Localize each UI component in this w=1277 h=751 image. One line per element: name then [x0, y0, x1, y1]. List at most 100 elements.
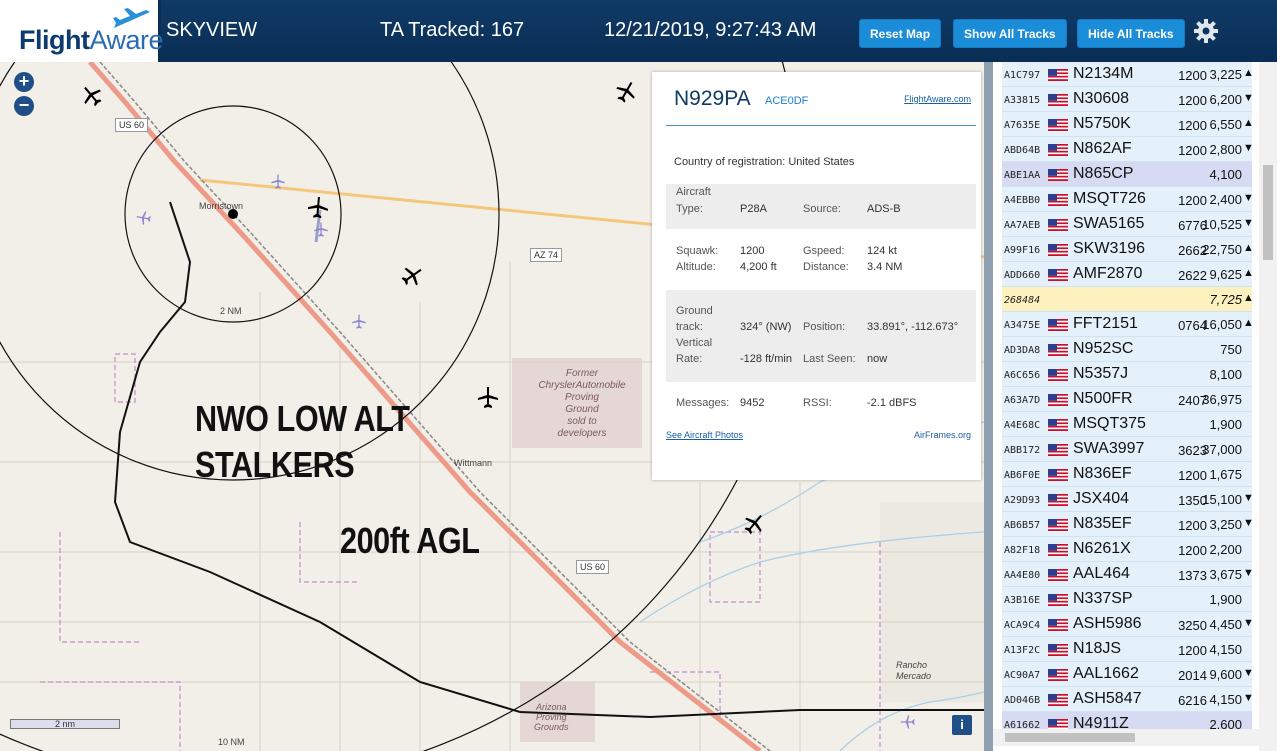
aircraft-list-row[interactable]: ACA9C4 ASH5986 3250 4,450 ▼ — [1002, 612, 1254, 637]
row-hex: ABD64B — [1004, 145, 1041, 156]
aircraft-icon[interactable] — [742, 512, 766, 536]
row-altitude: 10,525 — [1202, 217, 1242, 232]
us-flag-icon — [1048, 544, 1068, 556]
altitude-value: 4,200 ft — [740, 261, 777, 273]
scrollbar-thumb[interactable] — [1263, 165, 1273, 260]
us-flag-icon — [1048, 144, 1068, 156]
overlay-agl: 200ft AGL — [340, 520, 480, 561]
flightaware-logo[interactable]: FlightAware — [0, 0, 164, 62]
us60-label: US 60 — [115, 118, 149, 132]
gear-icon[interactable] — [1193, 18, 1219, 44]
row-squawk: 1200 — [1178, 518, 1207, 533]
country-label: Country of registration: — [674, 156, 786, 168]
row-altitude: 36,975 — [1202, 392, 1242, 407]
row-hex: A4EBB0 — [1004, 195, 1041, 206]
info-icon[interactable]: i — [952, 715, 972, 735]
scrollbar-thumb[interactable] — [1005, 733, 1135, 742]
aircraft-icon-faded[interactable] — [136, 210, 152, 226]
zoom-in-button[interactable]: + — [14, 72, 34, 92]
list-vertical-scrollbar[interactable] — [1259, 62, 1277, 751]
aircraft-icon[interactable] — [400, 264, 424, 288]
row-squawk: 1200 — [1178, 643, 1207, 658]
row-ident: AAL464 — [1073, 565, 1130, 582]
aircraft-list-row[interactable]: A3B16E N337SP 1,900 — [1002, 587, 1252, 612]
airframes-link[interactable]: AirFrames.org — [914, 430, 971, 440]
speed-block: Squawk: 1200 Gspeed: 124 kt Altitude: 4,… — [666, 242, 976, 282]
aircraft-list-row[interactable]: AB6F0E N836EF 1200 1,675 — [1002, 462, 1252, 487]
aircraft-icon[interactable] — [476, 386, 500, 410]
row-altitude: 4,450 — [1209, 617, 1242, 632]
reset-map-button[interactable]: Reset Map — [859, 19, 942, 48]
aircraft-list-row[interactable]: ABD64B N862AF 1200 2,800 ▼ — [1002, 137, 1254, 162]
us-flag-icon — [1048, 519, 1068, 531]
distance-value: 3.4 NM — [867, 261, 903, 273]
row-ident: MSQT726 — [1073, 190, 1146, 207]
us-flag-icon — [1048, 119, 1068, 131]
row-trend-icon: ▼ — [1243, 217, 1254, 229]
hide-all-tracks-button[interactable]: Hide All Tracks — [1077, 19, 1185, 48]
row-hex: 268484 — [1004, 295, 1041, 306]
row-altitude: 22,750 — [1202, 242, 1242, 257]
aircraft-list-row[interactable]: ABB172 SWA3997 3623 37,000 — [1002, 437, 1252, 462]
tracked-count: TA Tracked: 167 — [380, 19, 525, 41]
aircraft-list-row[interactable]: A29D93 JSX404 1350 15,100 ▼ — [1002, 487, 1254, 512]
aircraft-icon-faded[interactable] — [313, 222, 329, 238]
aircraft-list-row[interactable]: A7635E N5750K 1200 6,550 ▲ — [1002, 112, 1254, 137]
aircraft-list-row[interactable]: AA4E80 AAL464 1373 3,675 ▼ — [1002, 562, 1254, 587]
aircraft-list-row[interactable]: A63A7D N500FR 2407 36,975 — [1002, 387, 1252, 412]
aircraft-list-row[interactable]: ADD660 AMF2870 2622 9,625 ▲ — [1002, 262, 1254, 287]
row-altitude: 2,400 — [1209, 192, 1242, 207]
aircraft-icon-faded[interactable] — [270, 174, 286, 190]
aircraft-list-row[interactable]: AB6B57 N835EF 1200 3,250 ▼ — [1002, 512, 1254, 537]
aircraft-list-row[interactable]: A33815 N30608 1200 6,200 ▼ — [1002, 87, 1254, 112]
aircraft-list-row[interactable]: A82F18 N6261X 1200 2,200 — [1002, 537, 1252, 562]
country-row: Country of registration: United States — [674, 156, 854, 168]
row-hex: A3475E — [1004, 320, 1041, 331]
aircraft-list[interactable]: A1C797 N2134M 1200 3,225 ▲ A33815 N30608 1200 6,… — [984, 62, 1277, 751]
aircraft-icon-selected[interactable] — [306, 196, 330, 220]
flightaware-link[interactable]: FlightAware.com — [904, 94, 971, 104]
row-trend-icon: ▼ — [1243, 517, 1254, 529]
us-flag-icon — [1048, 594, 1068, 606]
aircraft-list-row[interactable]: ABE1AA N865CP 4,100 — [1002, 162, 1252, 187]
row-trend-icon: ▼ — [1243, 492, 1254, 504]
aircraft-icon[interactable] — [80, 84, 104, 108]
row-altitude: 1,900 — [1209, 592, 1242, 607]
row-trend-icon: ▼ — [1243, 142, 1254, 154]
aircraft-list-row[interactable]: AD3DA8 N952SC 750 — [1002, 337, 1252, 362]
aircraft-list-row[interactable]: A4E68C MSQT375 1,900 — [1002, 412, 1252, 437]
zoom-out-button[interactable]: − — [14, 96, 34, 116]
aircraft-icon[interactable] — [614, 80, 638, 104]
aircraft-icon-faded[interactable] — [900, 714, 916, 730]
clock: 12/21/2019, 9:27:43 AM — [604, 19, 817, 41]
row-squawk: 6216 — [1178, 693, 1207, 708]
row-ident: ASH5986 — [1073, 615, 1142, 632]
row-altitude: 2,200 — [1209, 542, 1242, 557]
aircraft-icon-faded[interactable] — [351, 314, 367, 330]
aircraft-list-row[interactable]: AC90A7 AAL1662 2014 9,600 ▼ — [1002, 662, 1254, 687]
distance-label: Distance: — [803, 261, 849, 273]
list-horizontal-scrollbar[interactable] — [993, 729, 1259, 746]
aircraft-list-row[interactable]: A99F16 SKW3196 2662 22,750 ▲ — [1002, 237, 1254, 262]
aircraft-list-row[interactable]: A6C656 N5357J 8,100 — [1002, 362, 1252, 387]
row-squawk: 1200 — [1178, 93, 1207, 108]
aircraft-photos-link[interactable]: See Aircraft Photos — [666, 430, 743, 440]
ring-label-10nm: 10 NM — [218, 737, 245, 747]
row-trend-icon: ▼ — [1243, 192, 1254, 204]
show-all-tracks-button[interactable]: Show All Tracks — [953, 19, 1067, 48]
row-ident: N836EF — [1073, 465, 1132, 482]
row-squawk: 2662 — [1178, 243, 1207, 258]
aircraft-list-row[interactable]: A4EBB0 MSQT726 1200 2,400 ▼ — [1002, 187, 1254, 212]
row-hex: A4E68C — [1004, 420, 1041, 431]
aircraft-list-row[interactable]: 268484 7,725 ▲ — [1002, 287, 1254, 312]
aircraft-list-row[interactable]: AD046B ASH5847 6216 4,150 ▼ — [1002, 687, 1254, 712]
aircraft-list-row[interactable]: A13F2C N18JS 1200 4,150 — [1002, 637, 1252, 662]
country-value: United States — [788, 156, 855, 168]
aircraft-list-row[interactable]: A3475E FFT2151 0764 16,050 ▲ — [1002, 312, 1254, 337]
aircraft-list-row[interactable]: AA7AEB SWA5165 6776 10,525 ▼ — [1002, 212, 1254, 237]
row-ident: N5357J — [1073, 365, 1129, 382]
row-squawk: 2622 — [1178, 268, 1207, 283]
aircraft-list-row[interactable]: A1C797 N2134M 1200 3,225 ▲ — [1002, 62, 1254, 87]
row-hex: AB6B57 — [1004, 520, 1041, 531]
row-ident: N835EF — [1073, 515, 1132, 532]
